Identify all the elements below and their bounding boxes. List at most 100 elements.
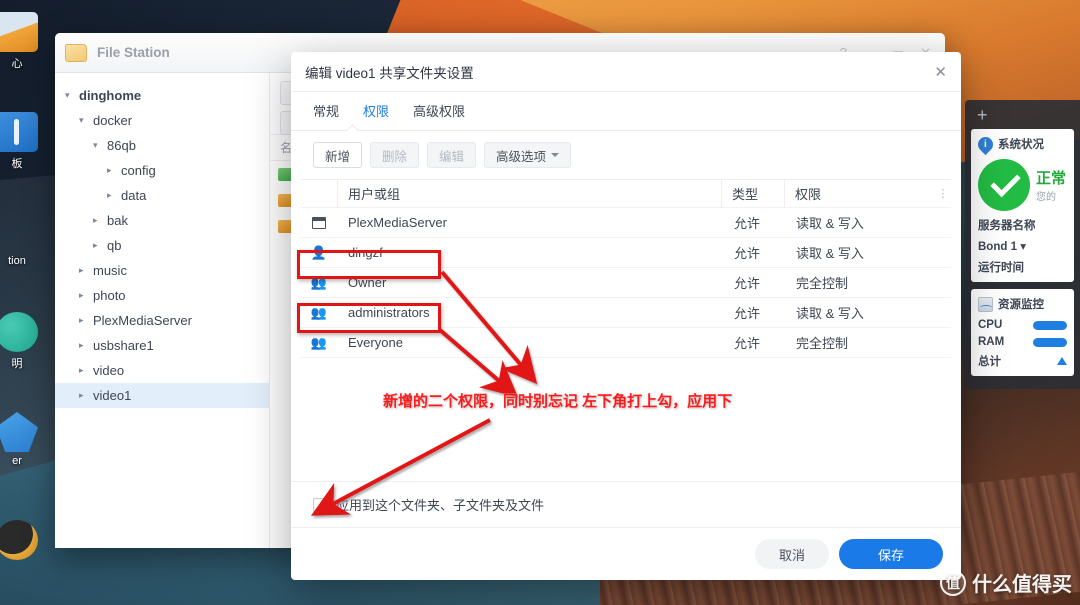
table-header-row: 用户或组 类型 权限 ⋮ [301, 179, 951, 208]
column-menu-icon[interactable]: ⋮ [935, 187, 951, 200]
save-button[interactable]: 保存 [839, 539, 943, 569]
chevron-down-icon[interactable]: ▾ [65, 91, 79, 100]
user-icon: 👤 [310, 245, 328, 260]
desktop-icon-app-blue-star[interactable]: er [0, 412, 48, 467]
table-row[interactable]: PlexMediaServer 允许 读取 & 写入 [301, 208, 951, 238]
dialog-tabs: 常规 权限 高级权限 [291, 92, 961, 137]
row-type: 允许 [734, 246, 761, 261]
widget-header: 资源监控 [978, 296, 1067, 312]
table-row[interactable]: 👥 administrators 允许 读取 & 写入 [301, 298, 951, 328]
widget-title: 系统状况 [998, 139, 1044, 151]
cancel-button[interactable]: 取消 [755, 539, 829, 569]
permissions-table: 用户或组 类型 权限 ⋮ PlexMediaServer 允许 读取 & 写入 … [301, 179, 951, 358]
tree-item-label: photo [93, 288, 126, 303]
chevron-right-icon[interactable]: ▸ [79, 266, 93, 275]
tab-general[interactable]: 常规 [313, 101, 339, 130]
tree-item-config[interactable]: ▸ config [55, 158, 269, 183]
permissions-toolbar: 新增 删除 编辑 高级选项 [291, 131, 961, 179]
tree-item-label: docker [93, 113, 133, 128]
close-icon[interactable]: ✕ [934, 63, 947, 81]
ram-bar [1033, 337, 1067, 347]
tree-item-86qb[interactable]: ▾ 86qb [55, 133, 269, 158]
desktop-icon-app-dark[interactable] [0, 520, 48, 560]
row-permission: 完全控制 [796, 276, 849, 291]
cpu-row: CPU [978, 319, 1067, 331]
tree-item-label: usbshare1 [93, 338, 154, 353]
app-icon [301, 216, 337, 229]
row-name: Owner [348, 275, 387, 290]
photos-icon [0, 12, 38, 52]
chevron-down-icon[interactable]: ▾ [79, 116, 93, 125]
table-row[interactable]: 👤 dingzf 允许 读取 & 写入 [301, 238, 951, 268]
app-green-icon [0, 312, 38, 352]
add-button[interactable]: 新增 [313, 142, 363, 168]
tab-permissions[interactable]: 权限 [363, 101, 389, 130]
tab-advanced-permissions[interactable]: 高级权限 [413, 101, 465, 130]
tree-item-usbshare1[interactable]: ▸ usbshare1 [55, 333, 269, 358]
user-or-group-header: 用户或组 [348, 187, 401, 202]
cpu-label: CPU [978, 319, 1003, 331]
desktop-icon-label: er [12, 455, 22, 467]
tree-item-label: qb [107, 238, 122, 253]
tree-item-dinghome[interactable]: ▾ dinghome [55, 83, 269, 108]
tree-item-bak[interactable]: ▸ bak [55, 208, 269, 233]
tree-item-music[interactable]: ▸ music [55, 258, 269, 283]
tree-item-docker[interactable]: ▾ docker [55, 108, 269, 133]
advanced-options-button[interactable]: 高级选项 [484, 142, 572, 168]
file-station-icon [0, 212, 38, 252]
desktop-icon-control-panel[interactable]: 板 [0, 112, 48, 171]
total-row[interactable]: 总计 [978, 353, 1067, 369]
app-dark-icon [0, 520, 38, 560]
ram-row: RAM [978, 336, 1067, 348]
table-row[interactable]: 👥 Owner 允许 完全控制 [301, 268, 951, 298]
advanced-options-label: 高级选项 [496, 149, 547, 164]
table-row[interactable]: 👥 Everyone 允许 完全控制 [301, 328, 951, 358]
row-type: 允许 [734, 336, 761, 351]
control-panel-icon [0, 112, 38, 152]
row-name: dingzf [348, 245, 383, 260]
add-widget-button[interactable]: + [971, 106, 1074, 129]
monitor-icon [978, 296, 993, 312]
apply-to-subfolders-row[interactable]: 应用到这个文件夹、子文件夹及文件 [291, 481, 961, 527]
uptime-label: 运行时间 [978, 262, 1024, 274]
type-header: 类型 [732, 187, 759, 202]
server-name-value[interactable]: Bond 1 ▾ [978, 239, 1067, 253]
tree-item-video[interactable]: ▸ video [55, 358, 269, 383]
chevron-right-icon[interactable]: ▸ [107, 191, 121, 200]
app-blue-star-icon [0, 412, 38, 452]
chevron-down-icon[interactable]: ▾ [93, 141, 107, 150]
desktop-icon-label: 明 [11, 358, 23, 370]
tree-item-video1[interactable]: ▸ video1 [55, 383, 269, 408]
tree-item-label: PlexMediaServer [93, 313, 192, 328]
tree-item-label: bak [107, 213, 128, 228]
chevron-right-icon[interactable]: ▸ [79, 291, 93, 300]
row-permission: 完全控制 [796, 336, 849, 351]
apply-checkbox[interactable] [313, 497, 327, 512]
tree-item-plexmediaserver[interactable]: ▸ PlexMediaServer [55, 308, 269, 333]
desktop-icon-photos[interactable]: 心 [0, 12, 48, 71]
chevron-right-icon[interactable]: ▸ [93, 216, 107, 225]
desktop-icon-file-station[interactable]: tion [0, 212, 48, 267]
row-name: PlexMediaServer [348, 215, 447, 230]
tree-item-qb[interactable]: ▸ qb [55, 233, 269, 258]
tree-item-data[interactable]: ▸ data [55, 183, 269, 208]
dialog-spacer [291, 358, 961, 481]
row-type: 允许 [734, 216, 761, 231]
up-arrow-icon [1057, 357, 1067, 365]
row-permission: 读取 & 写入 [796, 216, 864, 231]
row-type: 允许 [734, 306, 761, 321]
chevron-down-icon[interactable]: ▾ [1020, 241, 1026, 253]
tree-item-label: video [93, 363, 125, 378]
resource-monitor-widget: 资源监控 CPU RAM 总计 [971, 289, 1074, 376]
desktop-icon-app-green[interactable]: 明 [0, 312, 48, 371]
chevron-right-icon[interactable]: ▸ [79, 366, 93, 375]
chevron-right-icon[interactable]: ▸ [93, 241, 107, 250]
widget-panel: + i 系统状况 正常 您的 服务器名称 Bond 1 ▾ 运行时间 资源监控 … [965, 100, 1080, 389]
health-status-sub: 您的 [1036, 192, 1056, 203]
chevron-right-icon[interactable]: ▸ [79, 341, 93, 350]
widget-title: 资源监控 [998, 299, 1044, 311]
chevron-right-icon[interactable]: ▸ [107, 166, 121, 175]
chevron-right-icon[interactable]: ▸ [79, 391, 93, 400]
tree-item-photo[interactable]: ▸ photo [55, 283, 269, 308]
chevron-right-icon[interactable]: ▸ [79, 316, 93, 325]
